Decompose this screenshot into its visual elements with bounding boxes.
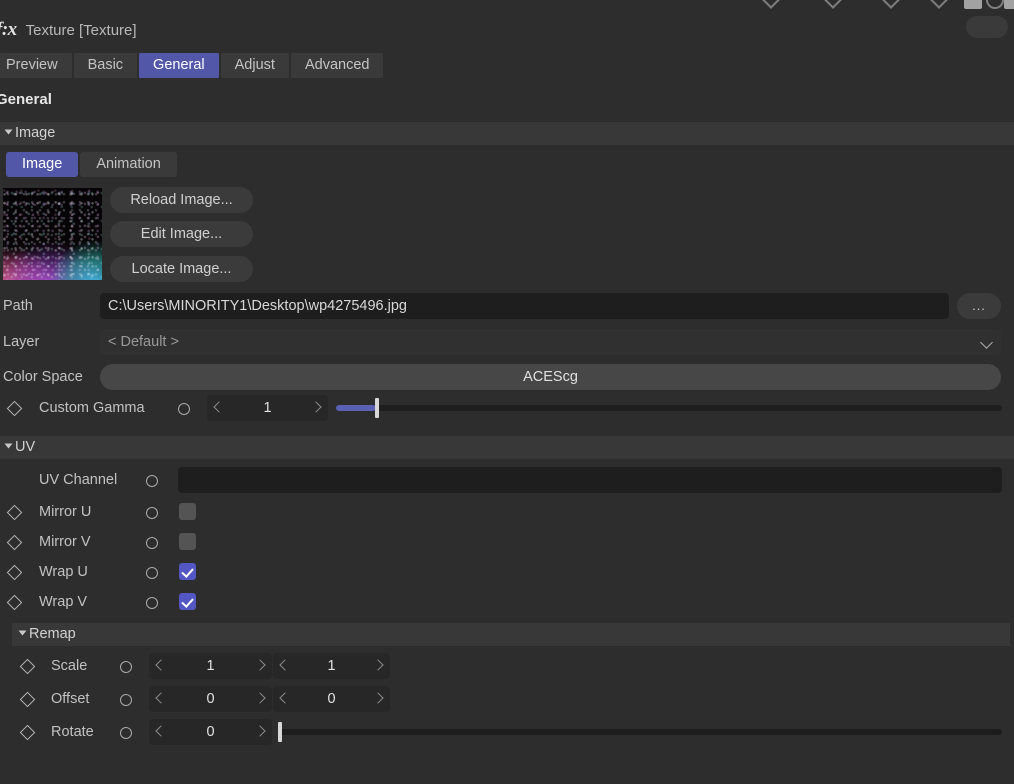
- tab-advanced[interactable]: Advanced: [290, 53, 384, 78]
- wrap-v-checkbox[interactable]: [179, 593, 196, 610]
- circle-icon[interactable]: [986, 0, 1004, 9]
- slider-track: [278, 729, 1002, 735]
- page-title: General: [0, 91, 52, 108]
- texture-properties-panel: f:x Texture [Texture] Preview Basic Gene…: [0, 0, 1014, 784]
- section-header-remap[interactable]: Remap: [12, 623, 1010, 646]
- animate-circle-icon-uv-channel[interactable]: [146, 475, 158, 487]
- locate-image-button[interactable]: Locate Image...: [110, 256, 253, 282]
- chevron-icon-4[interactable]: [929, 0, 949, 9]
- reload-image-button[interactable]: Reload Image...: [110, 187, 253, 213]
- animate-circle-icon-wrap-v[interactable]: [146, 597, 158, 609]
- animate-circle-icon-rotate[interactable]: [120, 727, 132, 739]
- image-mode-toggle: Image Animation: [6, 152, 177, 177]
- square-icon-2[interactable]: [1004, 0, 1014, 9]
- slider-fill: [336, 405, 376, 411]
- slider-handle[interactable]: [375, 398, 379, 418]
- animate-circle-icon-scale[interactable]: [120, 661, 132, 673]
- slider-track: [336, 405, 1002, 411]
- wrap-u-checkbox[interactable]: [179, 563, 196, 580]
- tab-preview[interactable]: Preview: [0, 53, 72, 78]
- panel-title: Texture [Texture]: [25, 21, 137, 39]
- edit-image-button[interactable]: Edit Image...: [110, 221, 253, 247]
- panel-header: f:x Texture [Texture]: [0, 10, 1014, 50]
- mirror-v-label: Mirror V: [39, 534, 91, 550]
- animate-circle-icon-mirror-u[interactable]: [146, 507, 158, 519]
- uv-channel-label: UV Channel: [39, 472, 118, 488]
- custom-gamma-label: Custom Gamma: [39, 400, 145, 416]
- collapse-caret-icon: [4, 129, 13, 135]
- mirror-u-checkbox[interactable]: [179, 503, 196, 520]
- uv-channel-input[interactable]: [178, 467, 1002, 493]
- custom-gamma-slider[interactable]: [336, 395, 1002, 421]
- tab-bar: Preview Basic General Adjust Advanced: [0, 53, 384, 78]
- animate-circle-icon-wrap-u[interactable]: [146, 567, 158, 579]
- rotate-slider[interactable]: [278, 719, 1002, 745]
- fx-icon: f:x: [0, 19, 17, 40]
- browse-path-button[interactable]: ...: [957, 293, 1001, 319]
- chevron-icon-3[interactable]: [881, 0, 901, 9]
- chevron-icon-2[interactable]: [823, 0, 843, 9]
- mirror-u-label: Mirror U: [39, 504, 92, 520]
- custom-gamma-stepper[interactable]: 1: [207, 395, 328, 421]
- scale-x-value: 1: [206, 658, 215, 674]
- rotate-value: 0: [206, 724, 215, 740]
- animate-circle-icon-offset[interactable]: [120, 694, 132, 706]
- keyframe-diamond-icon-wrap-u[interactable]: [6, 564, 23, 581]
- chevron-icon-1[interactable]: [761, 0, 781, 9]
- keyframe-diamond-icon-mirror-u[interactable]: [6, 504, 23, 521]
- clipped-toolbar-icon-strip: [0, 0, 1014, 10]
- header-pill-button[interactable]: [966, 16, 1008, 38]
- tab-basic[interactable]: Basic: [73, 53, 138, 78]
- square-icon[interactable]: [964, 0, 982, 9]
- keyframe-diamond-icon-rotate[interactable]: [19, 724, 36, 741]
- offset-label: Offset: [51, 691, 90, 707]
- path-input[interactable]: C:\Users\MINORITY1\Desktop\wp4275496.jpg: [100, 293, 949, 319]
- section-header-uv[interactable]: UV: [0, 436, 1014, 459]
- section-header-remap-label: Remap: [29, 626, 76, 642]
- animate-circle-icon-mirror-v[interactable]: [146, 537, 158, 549]
- chevron-down-icon: [980, 336, 993, 349]
- collapse-caret-icon-uv: [4, 443, 13, 449]
- color-space-button[interactable]: ACEScg: [100, 364, 1001, 390]
- section-header-image[interactable]: Image: [0, 122, 1014, 145]
- tab-adjust[interactable]: Adjust: [220, 53, 289, 78]
- animate-circle-icon-gamma[interactable]: [178, 403, 190, 415]
- wrap-u-label: Wrap U: [39, 564, 88, 580]
- layer-select[interactable]: < Default >: [100, 329, 1001, 355]
- mode-tab-animation[interactable]: Animation: [80, 152, 177, 177]
- offset-x-stepper[interactable]: 0: [149, 686, 272, 712]
- layer-select-value: < Default >: [108, 334, 179, 350]
- keyframe-diamond-icon-gamma[interactable]: [6, 400, 23, 417]
- layer-label: Layer: [3, 334, 40, 350]
- custom-gamma-value: 1: [263, 400, 272, 416]
- mode-tab-image[interactable]: Image: [6, 152, 79, 177]
- rotate-stepper[interactable]: 0: [149, 719, 272, 745]
- wrap-v-label: Wrap V: [39, 594, 88, 610]
- mirror-v-checkbox[interactable]: [179, 533, 196, 550]
- scale-x-stepper[interactable]: 1: [149, 653, 272, 679]
- path-label: Path: [3, 298, 33, 314]
- keyframe-diamond-icon-scale[interactable]: [19, 658, 36, 675]
- collapse-caret-icon-remap: [18, 630, 27, 636]
- tab-general[interactable]: General: [139, 53, 219, 78]
- keyframe-diamond-icon-mirror-v[interactable]: [6, 534, 23, 551]
- color-space-label: Color Space: [3, 369, 83, 385]
- offset-x-value: 0: [206, 691, 215, 707]
- scale-y-stepper[interactable]: 1: [273, 653, 390, 679]
- rotate-label: Rotate: [51, 724, 94, 740]
- scale-label: Scale: [51, 658, 88, 674]
- image-thumbnail[interactable]: [3, 188, 102, 280]
- keyframe-diamond-icon-offset[interactable]: [19, 691, 36, 708]
- keyframe-diamond-icon-wrap-v[interactable]: [6, 594, 23, 611]
- offset-y-stepper[interactable]: 0: [273, 686, 390, 712]
- section-header-uv-label: UV: [15, 439, 36, 455]
- section-header-image-label: Image: [15, 125, 56, 141]
- slider-handle[interactable]: [278, 722, 282, 742]
